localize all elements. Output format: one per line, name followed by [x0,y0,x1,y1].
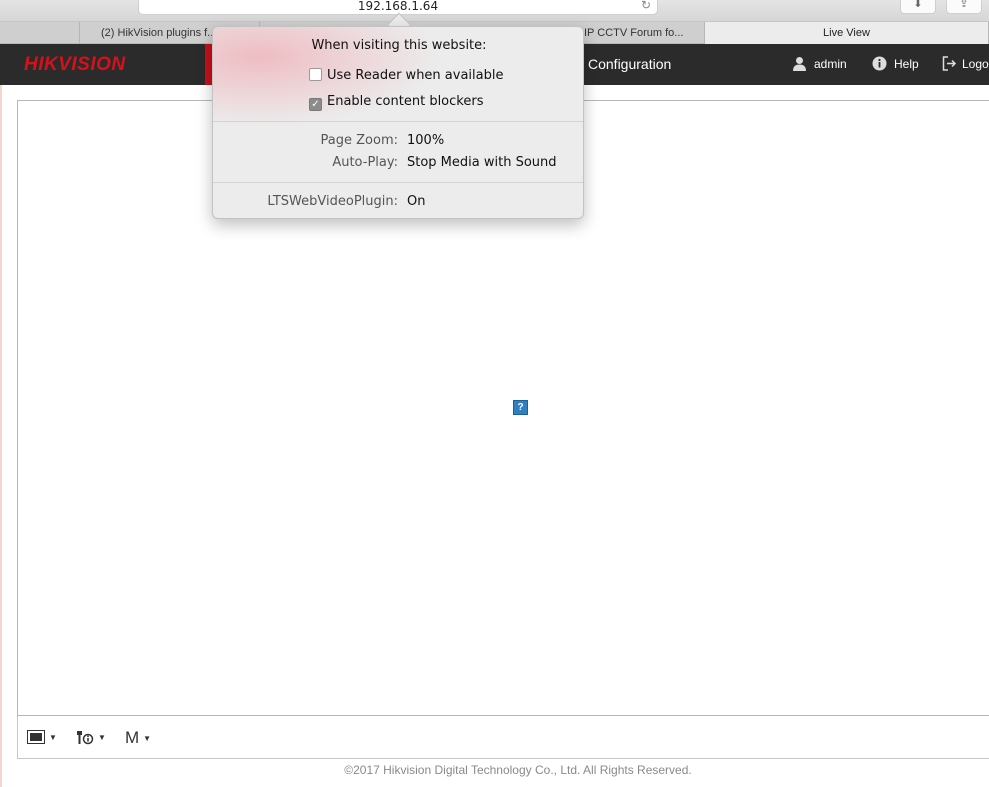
live-view-controls: ▼ ▼ M ▼ [17,716,989,759]
browser-toolbar: 192.168.1.64 ↻ ⬇ ⇪ [0,0,989,22]
help-icon [872,56,887,74]
auto-play-select[interactable]: Stop Media with Sound [407,155,557,170]
caret-down-icon: ▼ [49,732,57,742]
copyright-footer: ©2017 Hikvision Digital Technology Co., … [344,763,692,777]
downloads-icon[interactable]: ⬇ [900,0,936,14]
hikvision-logo: HIKVISION [24,54,126,75]
checkbox-unchecked[interactable] [309,68,322,81]
use-reader-label: Use Reader when available [327,68,504,83]
page-zoom-select[interactable]: 100% [407,133,444,148]
main-stream-button[interactable]: M ▼ [125,728,151,748]
auto-play-label: Auto-Play: [332,155,398,170]
plugin-label: LTSWebVideoPlugin: [267,194,398,209]
reload-icon[interactable]: ↻ [641,0,651,12]
plugin-select[interactable]: On [407,194,425,209]
content-blockers-checkbox[interactable]: ✓ Enable content blockers [309,94,483,111]
divider [213,182,583,183]
stream-select-button[interactable]: ▼ [76,728,106,745]
tab-partial[interactable] [0,22,80,44]
missing-plugin-icon[interactable]: ? [513,400,528,415]
caret-down-icon: ▼ [143,734,152,744]
main-stream-label: M [125,728,140,747]
logout-link[interactable]: Logo [962,57,989,71]
user-name[interactable]: admin [814,57,847,71]
popover-title: When visiting this website: [311,38,487,53]
url-text[interactable]: 192.168.1.64 [139,0,657,13]
share-icon[interactable]: ⇪ [946,0,982,14]
website-settings-popover: When visiting this website: Use Reader w… [212,26,584,219]
use-reader-checkbox[interactable]: Use Reader when available [309,68,503,83]
tab-live-view[interactable]: Live View [705,22,989,44]
page-edge [0,85,2,787]
checkbox-checked[interactable]: ✓ [309,98,322,111]
user-icon [792,56,807,74]
logout-icon [942,56,957,74]
nav-configuration[interactable]: Configuration [588,56,671,72]
content-blockers-label: Enable content blockers [327,94,484,109]
window-layout-button[interactable]: ▼ [27,728,57,745]
help-link[interactable]: Help [894,57,919,71]
page-zoom-label: Page Zoom: [320,133,398,148]
divider [213,121,583,122]
caret-down-icon: ▼ [98,732,106,742]
